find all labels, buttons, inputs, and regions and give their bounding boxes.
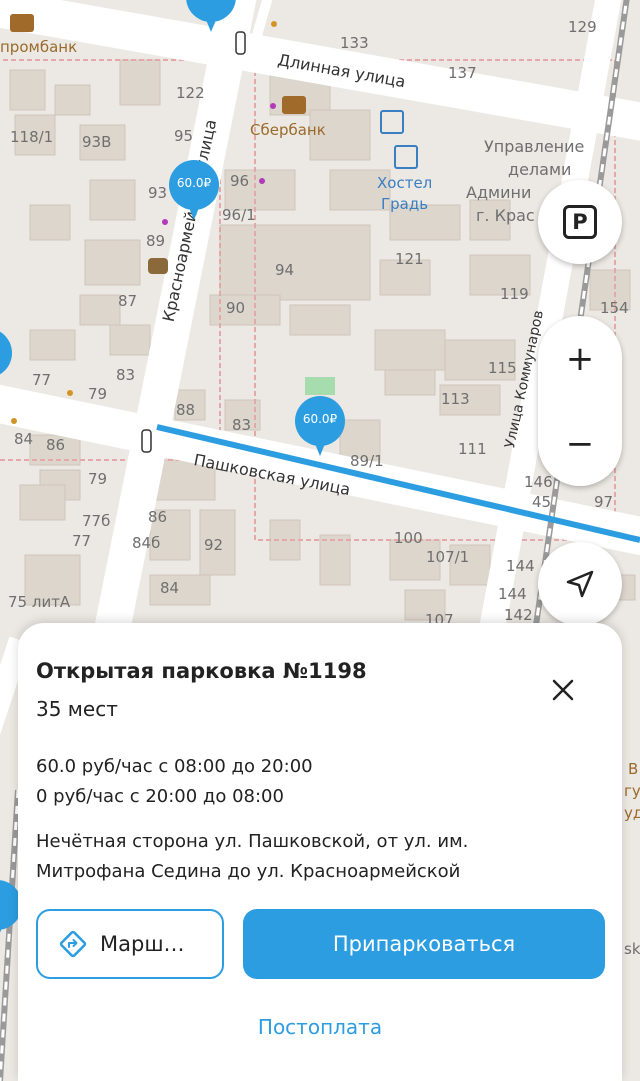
locate-button[interactable] (538, 542, 622, 626)
poi-edge-label-3: уд (624, 804, 640, 822)
house-number: 118/1 (10, 128, 54, 146)
bank-icon (282, 96, 306, 114)
parking-pin-price: 60.0₽ (176, 176, 212, 190)
house-number: 86 (148, 508, 168, 526)
house-number: 113 (441, 390, 470, 408)
parking-filter-button[interactable]: P (538, 180, 622, 264)
house-number: 83 (116, 366, 136, 384)
house-number: 87 (118, 292, 138, 310)
poi-edge-label-2: гу (624, 782, 640, 800)
house-number: 100 (394, 529, 423, 547)
poi-hostel-label-1: Хостел (377, 174, 433, 192)
house-number: 144 (506, 557, 535, 575)
parking-description-line-1: Нечётная сторона ул. Пашковской, от ул. … (36, 831, 469, 852)
house-number: 88 (176, 401, 196, 419)
house-number: 129 (568, 18, 597, 36)
house-number: 77б (82, 512, 111, 530)
route-icon (59, 930, 87, 958)
house-number: 77 (72, 532, 92, 550)
house-number: 107/1 (426, 548, 470, 566)
parking-details-sheet: Открытая парковка №1198 35 мест 60.0 руб… (18, 623, 622, 1081)
house-number: 94 (275, 261, 295, 279)
house-number: 122 (176, 84, 205, 102)
poi-sberbank-label: Сбербанк (250, 121, 326, 139)
poi-admin-label-2: делами (508, 160, 572, 179)
poi-edge-label-4: sk (624, 940, 640, 958)
house-number: 121 (395, 250, 424, 268)
rate-day: 60.0 руб/час с 08:00 до 20:00 (36, 756, 313, 777)
postpay-link[interactable]: Постоплата (18, 1015, 622, 1039)
zoom-in-button[interactable]: + (538, 316, 622, 401)
house-number: 96/1 (222, 206, 256, 224)
house-number: 90 (226, 299, 246, 317)
house-number: 111 (458, 440, 487, 458)
poi-admin-label-3: Админи (466, 183, 532, 202)
house-number: 83 (232, 416, 252, 434)
hostel-icon (394, 145, 418, 169)
parking-icon: P (563, 205, 597, 239)
park-button[interactable]: Припарковаться (243, 909, 605, 979)
taxi-icon (148, 258, 168, 274)
house-number: 115 (488, 359, 517, 377)
house-number: 79 (88, 470, 108, 488)
house-number: 93 (148, 184, 168, 202)
parking-description-line-2: Митрофана Седина до ул. Красноармейской (36, 861, 461, 882)
navigation-arrow-icon (566, 570, 594, 598)
house-number: 89 (146, 232, 166, 250)
poi-bank-label: промбанк (0, 38, 78, 56)
parking-pin-price: 60.0₽ (302, 412, 338, 426)
parking-pin[interactable] (0, 328, 12, 390)
house-number: 92 (204, 536, 224, 554)
house-number: 45 (532, 493, 552, 511)
house-number: 144 (498, 585, 527, 603)
house-number: 77 (32, 371, 52, 389)
house-number: 137 (448, 64, 477, 82)
house-number: 93В (82, 133, 112, 151)
house-number: 79 (88, 385, 108, 403)
parking-title: Открытая парковка №1198 (36, 659, 367, 683)
parking-pin[interactable] (186, 0, 236, 34)
close-icon (552, 679, 574, 701)
house-number: 84б (132, 534, 161, 552)
rate-night: 0 руб/час с 20:00 до 08:00 (36, 786, 284, 807)
house-number: 133 (340, 34, 369, 52)
bank-icon (10, 14, 34, 32)
close-button[interactable] (542, 669, 584, 711)
house-number: 119 (500, 285, 529, 303)
poi-admin-label-4: г. Крас (476, 206, 535, 225)
poi-admin-label-1: Управление (484, 137, 585, 156)
zoom-out-button[interactable]: − (538, 401, 622, 486)
route-button-label: Марш… (100, 932, 185, 956)
house-number: 75 литА (8, 593, 71, 611)
parking-spaces: 35 мест (36, 697, 118, 721)
parking-pin-selected[interactable]: 60.0₽ (295, 396, 345, 458)
house-number: 142 (504, 606, 533, 624)
house-number: 96 (230, 172, 250, 190)
hostel-icon (380, 110, 404, 134)
house-number: 154 (600, 299, 629, 317)
house-number: 89/1 (350, 452, 384, 470)
house-number: 84 (160, 579, 180, 597)
house-number: 86 (46, 436, 66, 454)
zoom-control: + − (538, 316, 622, 486)
house-number: 97 (594, 493, 614, 511)
house-number: 95 (174, 127, 194, 145)
poi-hostel-label-2: Градь (381, 195, 429, 213)
route-button[interactable]: Марш… (36, 909, 224, 979)
poi-edge-label-1: В (628, 760, 639, 778)
house-number: 84 (14, 430, 34, 448)
parking-pin[interactable]: 60.0₽ (169, 160, 219, 222)
